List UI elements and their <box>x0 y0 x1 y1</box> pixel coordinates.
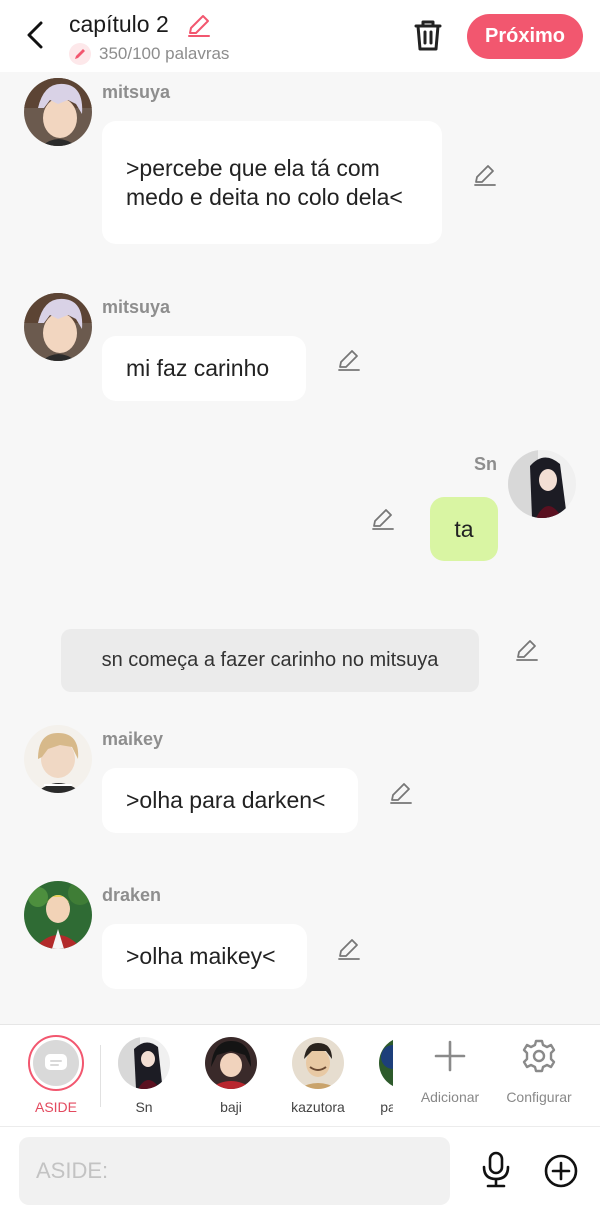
avatar-draken[interactable] <box>24 881 92 949</box>
my-message-bubble[interactable]: ta <box>430 497 498 561</box>
edit-message-icon[interactable] <box>336 347 362 373</box>
word-count: 350/100 palavras <box>99 44 230 63</box>
character-baji[interactable]: baji <box>191 1025 271 1127</box>
aside-message[interactable]: sn começa a fazer carinho no mitsuya <box>61 629 479 692</box>
add-circle-icon[interactable] <box>543 1153 579 1189</box>
sender-name: mitsuya <box>102 82 171 102</box>
settings-label: Configurar <box>506 1089 572 1105</box>
avatar <box>205 1037 257 1089</box>
add-label: Adicionar <box>420 1089 480 1105</box>
divider <box>100 1045 101 1107</box>
plus-icon <box>434 1040 466 1072</box>
top-bar: capítulo 2 350/100 palavras Próximo <box>0 0 600 72</box>
sender-name: draken <box>102 885 162 905</box>
avatar-mitsuya[interactable] <box>24 78 92 146</box>
message-bubble[interactable]: >olha maikey< <box>102 924 307 989</box>
pencil-icon <box>69 43 91 65</box>
avatar-mitsuya[interactable] <box>24 293 92 361</box>
edit-title-icon[interactable] <box>186 12 212 38</box>
next-button[interactable]: Próximo <box>467 14 583 59</box>
add-character-button[interactable]: Adicionar <box>410 1025 490 1127</box>
character-pa[interactable]: pa <box>376 1025 393 1127</box>
settings-button[interactable]: Configurar <box>499 1025 579 1127</box>
aside-avatar <box>28 1035 84 1091</box>
character-aside[interactable]: ASIDE <box>0 1025 100 1127</box>
sender-name: maikey <box>102 729 164 749</box>
composer <box>0 1126 600 1216</box>
message-input[interactable] <box>19 1137 450 1205</box>
edit-message-icon[interactable] <box>336 936 362 962</box>
chat-icon <box>45 1054 67 1070</box>
character-label: Sn <box>135 1099 153 1115</box>
microphone-icon[interactable] <box>480 1151 512 1189</box>
message-bubble[interactable]: mi faz carinho <box>102 336 306 401</box>
character-kazutora[interactable]: kazutora <box>278 1025 358 1127</box>
avatar-maikey[interactable] <box>24 725 92 793</box>
avatar <box>118 1037 170 1089</box>
sender-name: Sn <box>474 454 498 474</box>
trash-icon[interactable] <box>412 18 444 52</box>
character-label: baji <box>220 1099 242 1115</box>
character-label: ASIDE <box>34 1099 77 1115</box>
edit-message-icon[interactable] <box>370 506 396 532</box>
avatar <box>379 1037 393 1089</box>
message-bubble[interactable]: >olha para darken< <box>102 768 358 833</box>
edit-message-icon[interactable] <box>388 780 414 806</box>
character-label: kazutora <box>291 1099 345 1115</box>
character-sn[interactable]: Sn <box>104 1025 184 1127</box>
message-bubble[interactable]: >percebe que ela tá com medo e deita no … <box>102 121 442 244</box>
avatar <box>292 1037 344 1089</box>
back-icon[interactable] <box>20 18 50 52</box>
edit-message-icon[interactable] <box>514 637 540 663</box>
character-bar: ASIDE Sn baji kazutora pa Adicionar Conf… <box>0 1024 600 1126</box>
edit-message-icon[interactable] <box>472 162 498 188</box>
chapter-title[interactable]: capítulo 2 <box>69 11 169 38</box>
avatar-sn[interactable] <box>508 450 576 518</box>
sender-name: mitsuya <box>102 297 171 317</box>
gear-icon <box>522 1039 556 1073</box>
character-label: pa <box>380 1099 393 1115</box>
